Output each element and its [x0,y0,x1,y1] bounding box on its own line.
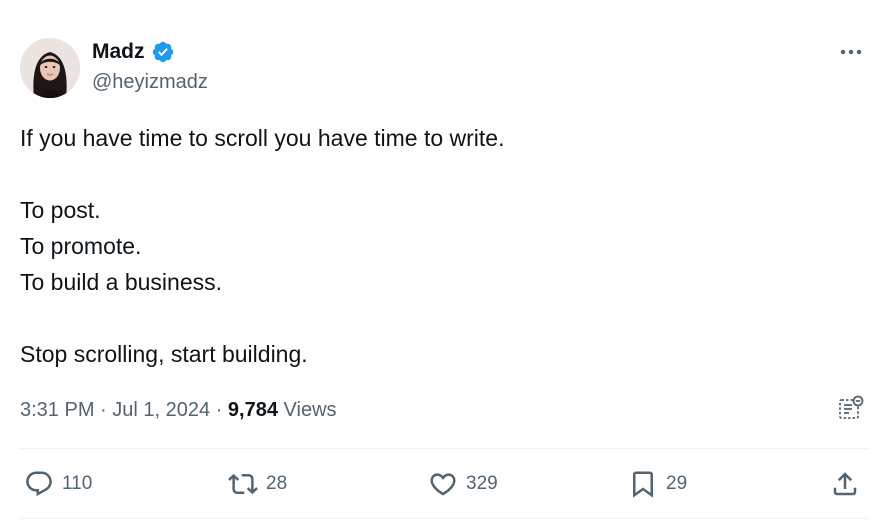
meta-separator: · [215,399,228,421]
bookmark-button[interactable]: 29 [628,462,687,506]
reply-count: 110 [62,473,93,494]
repost-count: 28 [266,473,288,494]
views-label: Views [283,399,337,421]
repost-icon [228,473,258,495]
action-bar: 110 28 329 29 [0,462,886,506]
tweet-text-line: If you have time to scroll you have time… [20,125,505,151]
tweet-date[interactable]: Jul 1, 2024 [112,399,210,421]
reply-icon [26,471,52,497]
verified-badge-icon[interactable] [151,40,175,64]
tweet-text-line: To post. [20,197,101,223]
share-button[interactable] [830,462,860,506]
more-icon[interactable] [836,40,866,64]
bookmark-count: 29 [666,473,688,494]
author-name[interactable]: Madz [92,40,145,64]
tweet-text-blank-line [20,300,850,336]
share-icon [833,472,857,496]
bookmark-icon [633,471,653,498]
meta-separator: · [100,399,113,421]
tweet-text: If you have time to scroll you have time… [20,120,850,372]
tweet-time[interactable]: 3:31 PM [20,399,94,421]
like-count: 329 [466,473,498,494]
tweet-text-line: To build a business. [20,269,223,295]
author-row: Madz [92,40,175,64]
like-icon [430,473,456,496]
repost-button[interactable]: 28 [228,462,287,506]
views-count: 9,784 [227,399,278,421]
avatar-image [20,38,80,98]
divider [20,448,868,449]
divider [20,518,868,519]
tweet-text-line: To promote. [20,233,142,259]
avatar[interactable] [20,38,80,98]
tweet-text-blank-line [20,156,850,192]
tweet-card: Madz @heyizmadz If you have time to scro… [0,0,886,520]
tweet-meta: 3:31 PM · Jul 1, 2024 · 9,784 Views [20,396,337,424]
author-handle[interactable]: @heyizmadz [92,70,208,94]
community-notes-icon[interactable] [836,394,866,424]
reply-button[interactable]: 110 [24,462,92,506]
like-button[interactable]: 329 [428,462,498,506]
tweet-text-line: Stop scrolling, start building. [20,341,308,367]
